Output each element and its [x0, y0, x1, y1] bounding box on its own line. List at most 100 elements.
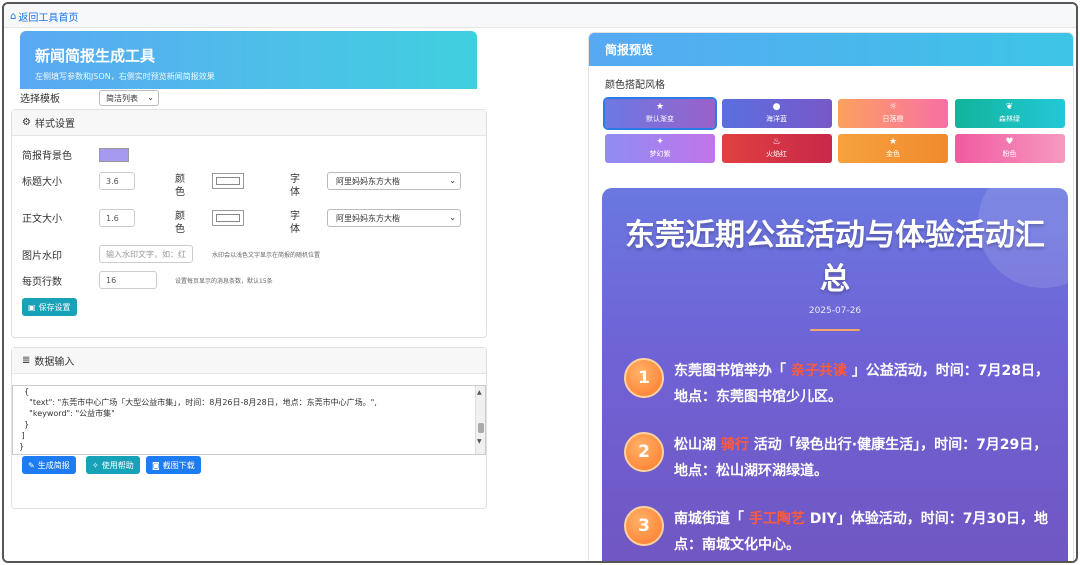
body-font-value: 阿里妈妈东方大楷 [336, 213, 400, 223]
app-window: ⌂ 返回工具首页 新闻简报生成工具 左侧填写参数和JSON，右侧实时预览新闻简报… [2, 2, 1078, 563]
preview-panel: 简报预览 颜色搭配风格 ★ 默认渐变 ● 海洋蓝 ☼ 日落橙 ❦ 森林绿 ✦ 梦幻紫 ♨ 火焰红 ★ 金色… [588, 32, 1074, 561]
scheme-label: 粉色 [1002, 150, 1017, 158]
item-text: 南城街道「 手工陶艺 DIY」体验活动，时间：7月30日，地点：南城文化中心。 [674, 511, 1048, 553]
magic-wand-icon: ✎ [28, 460, 35, 470]
json-line: } [19, 420, 30, 429]
item-number-badge: 2 [624, 432, 664, 472]
poster-title: 东莞近期公益活动与体验活动汇总 [625, 218, 1045, 297]
help-label: 使用帮助 [101, 460, 134, 470]
lightbulb-icon: ✧ [92, 460, 99, 470]
scheme-icon: ★ [655, 102, 665, 112]
back-home-label: 返回工具首页 [18, 13, 79, 24]
scheme-title: 颜色搭配风格 [605, 80, 665, 91]
bg-color-picker[interactable] [99, 148, 129, 162]
item-text: 松山湖 骑行 活动「绿色出行·健康生活」，时间：7月29日，地点：松山湖环湖绿道… [674, 437, 1048, 479]
color-scheme-button[interactable]: ❦ 森林绿 [954, 99, 1065, 128]
rows-per-page-label: 每页行数 [22, 277, 62, 288]
scheme-icon: ● [772, 102, 781, 112]
body-font-select[interactable]: 阿里妈妈东方大楷 ⌄ [327, 209, 461, 227]
scheme-icon: ❦ [1005, 102, 1014, 112]
database-icon: ≣ [22, 355, 31, 366]
item-number-badge: 3 [624, 506, 664, 546]
scheme-label: 日落橙 [882, 115, 904, 123]
tool-header: 新闻简报生成工具 左侧填写参数和JSON，右侧实时预览新闻简报效果 [20, 31, 477, 89]
title-font-select[interactable]: 阿里妈妈东方大楷 ⌄ [327, 172, 461, 190]
template-label: 选择模板 [20, 94, 60, 105]
chevron-down-icon: ⌄ [147, 93, 154, 102]
preview-header: 简报预览 [589, 33, 1073, 66]
title-color-label: 颜色 [175, 174, 185, 198]
generate-button[interactable]: ✎ 生成简报 [22, 456, 76, 474]
scheme-icon: ♥ [1005, 137, 1014, 147]
color-scheme-button[interactable]: ♨ 火焰红 [721, 134, 832, 163]
back-home-link[interactable]: ⌂ 返回工具首页 [10, 9, 78, 24]
rows-per-page-input[interactable]: 16 [99, 271, 157, 289]
item-number-badge: 1 [624, 358, 664, 398]
download-button[interactable]: ◙ 截图下载 [146, 456, 201, 474]
item-keyword: 亲子共读 [786, 363, 852, 379]
template-select-value: 简洁列表 [106, 93, 138, 103]
title-font-value: 阿里妈妈东方大楷 [336, 176, 400, 186]
scheme-label: 默认渐变 [646, 115, 674, 123]
body-color-label: 颜色 [175, 211, 185, 235]
body-font-label: 字体 [290, 211, 300, 235]
title-size-input[interactable]: 3.6 [99, 172, 135, 190]
left-panel: 新闻简报生成工具 左侧填写参数和JSON，右侧实时预览新闻简报效果 选择模板 简… [4, 28, 556, 561]
item-text: 东莞图书馆举办「 亲子共读 」公益活动，时间：7月28日，地点：东莞图书馆少儿区… [674, 363, 1049, 405]
chevron-down-icon: ⌄ [449, 176, 456, 185]
title-font-label: 字体 [290, 174, 300, 198]
generate-label: 生成简报 [37, 460, 70, 470]
data-input-title: 数据输入 [34, 357, 75, 368]
poster-divider [810, 329, 860, 331]
json-textarea[interactable]: { "text": "东莞市中心广场「大型公益市集」，时间：8月26日-8月28… [12, 385, 486, 455]
scroll-thumb[interactable] [478, 423, 484, 433]
body-size-label: 正文大小 [22, 214, 62, 225]
body-size-input[interactable]: 1.6 [99, 209, 135, 227]
scheme-icon: ☼ [888, 102, 898, 112]
json-scrollbar[interactable]: ▲ ▼ [475, 386, 485, 454]
watermark-hint: 水印会以浅色文字显示在简报的随机位置 [212, 252, 321, 259]
help-button[interactable]: ✧ 使用帮助 [86, 456, 140, 474]
color-scheme-button[interactable]: ● 海洋蓝 [721, 99, 832, 128]
scheme-label: 梦幻紫 [649, 150, 671, 158]
body-color-picker[interactable] [212, 210, 244, 226]
scheme-icon: ♨ [772, 137, 781, 147]
data-input-card: ≣ 数据输入 { "text": "东莞市中心广场「大型公益市集」，时间：8月2… [11, 347, 487, 509]
json-line: { [19, 387, 30, 396]
home-icon: ⌂ [10, 11, 17, 22]
top-bar: ⌂ 返回工具首页 [4, 4, 1076, 28]
tool-subtitle: 左侧填写参数和JSON，右侧实时预览新闻简报效果 [35, 72, 215, 81]
item-keyword: 骑行 [716, 437, 754, 453]
scroll-down-icon[interactable]: ▼ [477, 436, 482, 447]
style-settings-title: 样式设置 [34, 119, 75, 130]
data-input-header: ≣ 数据输入 [12, 348, 486, 374]
style-settings-card: ⚙ 样式设置 简报背景色 标题大小 3.6 颜色 字体 阿里妈妈东方大楷 ⌄ 正… [11, 109, 487, 338]
json-line: } [19, 442, 25, 451]
camera-icon: ◙ [152, 460, 160, 470]
json-line: ] [19, 431, 25, 440]
template-select[interactable]: 简洁列表 ⌄ [99, 90, 159, 106]
save-settings-label: 保存设置 [38, 302, 71, 312]
item-keyword: 手工陶艺 [744, 511, 810, 527]
bg-color-label: 简报背景色 [22, 151, 72, 162]
color-scheme-button[interactable]: ★ 默认渐变 [603, 97, 717, 130]
watermark-input[interactable]: 输入水印文字，如：红 [99, 245, 193, 263]
title-size-label: 标题大小 [22, 177, 62, 188]
json-line: "text": "东莞市中心广场「大型公益市集」，时间：8月26日-8月28日，… [19, 398, 377, 407]
scroll-up-icon[interactable]: ▲ [477, 387, 482, 398]
save-settings-button[interactable]: ▣ 保存设置 [22, 298, 77, 316]
style-settings-header: ⚙ 样式设置 [12, 110, 486, 136]
color-scheme-button[interactable]: ★ 金色 [838, 134, 948, 163]
scheme-label: 火焰红 [766, 150, 787, 158]
watermark-label: 图片水印 [22, 251, 62, 262]
gear-icon: ⚙ [22, 117, 31, 128]
scheme-icon: ✦ [656, 137, 664, 147]
title-color-picker[interactable] [212, 173, 244, 189]
download-label: 截图下载 [162, 460, 195, 470]
scheme-label: 海洋蓝 [766, 115, 787, 123]
color-scheme-button[interactable]: ♥ 粉色 [954, 134, 1065, 163]
color-scheme-button[interactable]: ☼ 日落橙 [838, 99, 948, 128]
color-scheme-button[interactable]: ✦ 梦幻紫 [605, 134, 715, 163]
save-icon: ▣ [28, 302, 36, 312]
json-line: "keyword": "公益市集" [19, 409, 115, 418]
